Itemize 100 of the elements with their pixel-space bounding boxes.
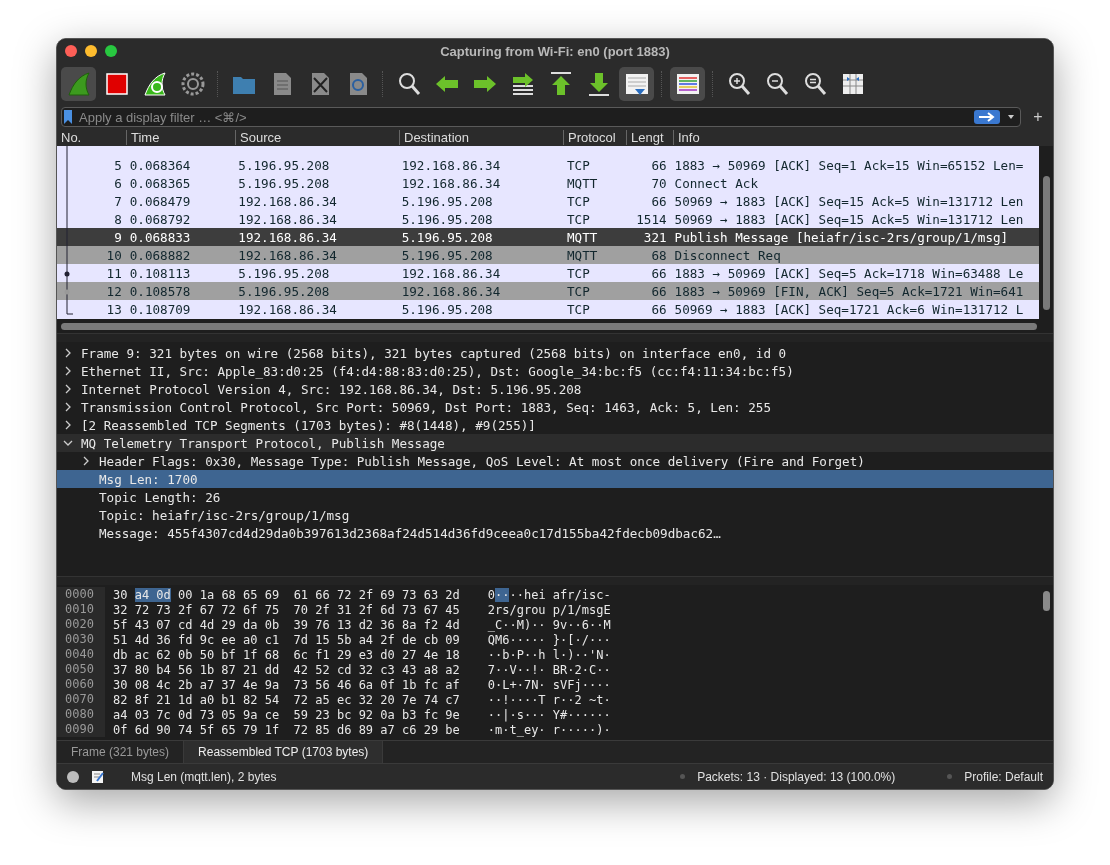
column-header[interactable]: Source (235, 130, 399, 145)
table-cell-text: 5.196.95.208 (400, 211, 494, 227)
table-cell-text: 50969 → 1883 [ACK] Seq=15 Ack=5 Win=131712 Len (673, 211, 1025, 227)
close-button[interactable] (65, 45, 77, 57)
ascii-text: 0·L+·7N· sVFj···· (487, 677, 611, 692)
table-cell-text: 0.068882 (128, 247, 192, 263)
tree-item[interactable]: Ethernet II, Src: Apple_83:d0:25 (f4:d4:88:83:d0:25), Dst: Google_34:bc:f5 (cc:f4:11:34:bc:f5) (57, 362, 1053, 380)
add-filter-button[interactable]: + (1027, 108, 1049, 126)
bytes-tab[interactable]: Reassembled TCP (1703 bytes) (184, 741, 384, 763)
table-cell-text: MQTT (565, 175, 599, 191)
hex-offset: 0040 (57, 647, 105, 662)
bookmark-icon[interactable] (63, 109, 73, 125)
table-cell-text: TCP (565, 157, 591, 173)
tree-item[interactable]: Topic Length: 26 (57, 488, 1053, 506)
tree-item[interactable]: Internet Protocol Version 4, Src: 192.168.86.34, Dst: 5.196.95.208 (57, 380, 1053, 398)
table-cell-text: 192.168.86.34 (400, 175, 502, 191)
tree-item-text: Topic Length: 26 (99, 489, 221, 505)
table-cell-text: 1514 (635, 211, 668, 227)
tree-item[interactable]: Topic: heiafr/isc-2rs/group/1/msg (57, 506, 1053, 524)
tree-item-text: Msg Len: 1700 (99, 471, 198, 487)
column-header[interactable]: Info (673, 130, 1043, 145)
hex-bytes: 37 80 b4 56 1b 87 21 dd 42 52 cd 32 c3 43 a8 a2 (113, 662, 460, 677)
hex-bytes: 0f 6d 90 74 5f 65 79 1f 72 85 d6 89 a7 c6 29 be (113, 722, 460, 737)
hex-offset: 0020 (57, 617, 105, 632)
tree-item[interactable]: Transmission Control Protocol, Src Port: 50969, Dst Port: 1883, Seq: 1463, Ack: 5, Len: 255 (57, 398, 1053, 416)
table-cell-text: 192.168.86.34 (400, 283, 502, 299)
status-indicator-icon[interactable] (67, 770, 79, 783)
window-title: Capturing from Wi-Fi: en0 (port 1883) (439, 43, 671, 59)
table-cell-text: 192.168.86.34 (237, 301, 338, 317)
table-cell-text: 192.168.86.34 (400, 157, 502, 173)
table-cell-text: 66 (650, 157, 668, 173)
display-filter-box[interactable]: Apply a display filter … <⌘/> (61, 107, 1021, 127)
column-header[interactable]: Lengt (626, 130, 673, 145)
table-cell-text: 0.108578 (128, 283, 192, 299)
tree-item-text: Ethernet II, Src: Apple_83:d0:25 (f4:d4:88:83:d0:25), Dst: Google_34:bc:f5 (cc:f4:11:34:bc:f5) (81, 363, 794, 379)
table-cell-text: 7 (113, 193, 123, 209)
packet-row[interactable]: 12 0.108578 5.196.95.208 192.168.86.34 TCP 66 1883 → 50969 [FIN, ACK] Seq=5 Ack=1721 Win=641 (57, 282, 1039, 300)
scrollbar-thumb[interactable] (1042, 176, 1050, 310)
ascii-text: QM6····· }·[·/··· (487, 632, 611, 647)
color-lines-button[interactable] (670, 67, 705, 101)
ascii-text: 2rs/grou p/1/msgE (487, 602, 611, 617)
table-cell-text: 5.196.95.208 (237, 175, 331, 191)
table-cell-text: 66 (650, 265, 668, 281)
table-cell-text: 8 (113, 211, 123, 227)
table-cell-text: 1883 → 50969 [ACK] Seq=1 Ack=15 Win=65152 Len= (673, 157, 1025, 173)
table-cell-text: TCP (565, 193, 591, 209)
hex-offset: 0070 (57, 692, 105, 707)
autoscroll-button[interactable] (619, 67, 654, 101)
tree-item[interactable]: Header Flags: 0x30, Message Type: Publish Message, QoS Level: At most once delivery (Fire and Forget) (57, 452, 1053, 470)
hex-offset: 0000 (57, 587, 105, 602)
table-cell-text: Disconnect Req (673, 247, 782, 263)
table-cell-text: 50969 → 1883 [ACK] Seq=15 Ack=5 Win=131712 Len (673, 193, 1025, 209)
minimize-button[interactable] (85, 45, 97, 57)
table-cell-text: 5.196.95.208 (400, 229, 494, 245)
edit-note-icon[interactable] (91, 769, 105, 784)
table-cell-text: 192.168.86.34 (237, 193, 338, 209)
ascii-text: 0····hei afr/isc- (487, 587, 611, 602)
packet-row[interactable]: 9 0.068833 192.168.86.34 5.196.95.208 MQTT 321 Publish Message [heiafr/isc-2rs/group/1/msg] (57, 228, 1039, 246)
table-cell-text: 1883 → 50969 [ACK] Seq=5 Ack=1718 Win=63488 Le (673, 265, 1025, 281)
table-cell-text: 5.196.95.208 (237, 283, 331, 299)
column-header[interactable]: No. (57, 130, 126, 145)
tree-item-text: [2 Reassembled TCP Segments (1703 bytes): #8(1448), #9(255)] (81, 417, 536, 433)
tree-item[interactable]: [2 Reassembled TCP Segments (1703 bytes): #8(1448), #9(255)] (57, 416, 1053, 434)
ascii-text: ··!····T r··2 ~t· (487, 692, 611, 707)
table-cell-text: 13 (105, 301, 123, 317)
tree-item[interactable]: Message: 455f4307cd4d29da0b397613d2368af24d514d36fd9ceea0c17d155ba42fdecb09dbac62… (57, 524, 1053, 542)
packet-row[interactable]: 10 0.068882 192.168.86.34 5.196.95.208 MQTT 68 Disconnect Req (57, 246, 1039, 264)
tree-item[interactable]: Msg Len: 1700 (57, 470, 1053, 488)
table-cell-text: 5.196.95.208 (400, 193, 494, 209)
table-cell-text: 66 (650, 283, 668, 299)
table-cell-text: TCP (565, 211, 591, 227)
tree-item[interactable]: MQ Telemetry Transport Protocol, Publish Message (57, 434, 1053, 452)
table-cell-text: 11 (105, 265, 123, 281)
table-cell-text: 12 (105, 283, 123, 299)
table-cell-text: 0.068364 (128, 157, 192, 173)
table-cell-text: 50969 → 1883 [ACK] Seq=1721 Ack=6 Win=131712 L (673, 301, 1025, 317)
chevron-down-icon[interactable] (63, 438, 73, 448)
hex-bytes: a4 03 7c 0d 73 05 9a ce 59 23 bc 92 0a b3 fc 9e (113, 707, 460, 722)
tree-item[interactable]: Frame 9: 321 bytes on wire (2568 bits), 321 bytes captured (2568 bits) on interface en0, id 0 (57, 344, 1053, 362)
display-filter-field[interactable]: Apply a display filter … <⌘/> (79, 109, 968, 125)
column-header[interactable]: Time (126, 130, 235, 145)
table-cell-text: 5.196.95.208 (400, 301, 494, 317)
zoom-button[interactable] (105, 45, 117, 57)
hex-offset: 0080 (57, 707, 105, 722)
scrollbar-thumb[interactable] (61, 322, 1037, 330)
ascii-text: _C··M)·· 9v··6··M (487, 617, 611, 632)
hex-bytes: 82 8f 21 1d a0 b1 82 54 72 a5 ec 32 20 7e 74 c7 (113, 692, 460, 707)
table-cell-text: 0.108113 (128, 265, 192, 281)
table-cell-text: 192.168.86.34 (400, 265, 502, 281)
chevron-right-icon[interactable] (81, 456, 91, 466)
column-header[interactable]: Destination (399, 130, 563, 145)
table-cell-text: 6 (113, 175, 123, 191)
table-cell-text: 0.068479 (128, 193, 192, 209)
tree-item-text: Message: 455f4307cd4d29da0b397613d2368af24d514d36fd9ceea0c17d155ba42fdecb09dbac62… (99, 525, 721, 541)
table-cell-text: 0.108709 (128, 301, 192, 317)
hex-offset: 0030 (57, 632, 105, 647)
tree-item-text: MQ Telemetry Transport Protocol, Publish Message (81, 435, 445, 451)
column-header[interactable]: Protocol (563, 130, 626, 145)
profile-label[interactable]: Profile: Default (964, 769, 1043, 784)
scrollbar-thumb[interactable] (1042, 591, 1050, 611)
